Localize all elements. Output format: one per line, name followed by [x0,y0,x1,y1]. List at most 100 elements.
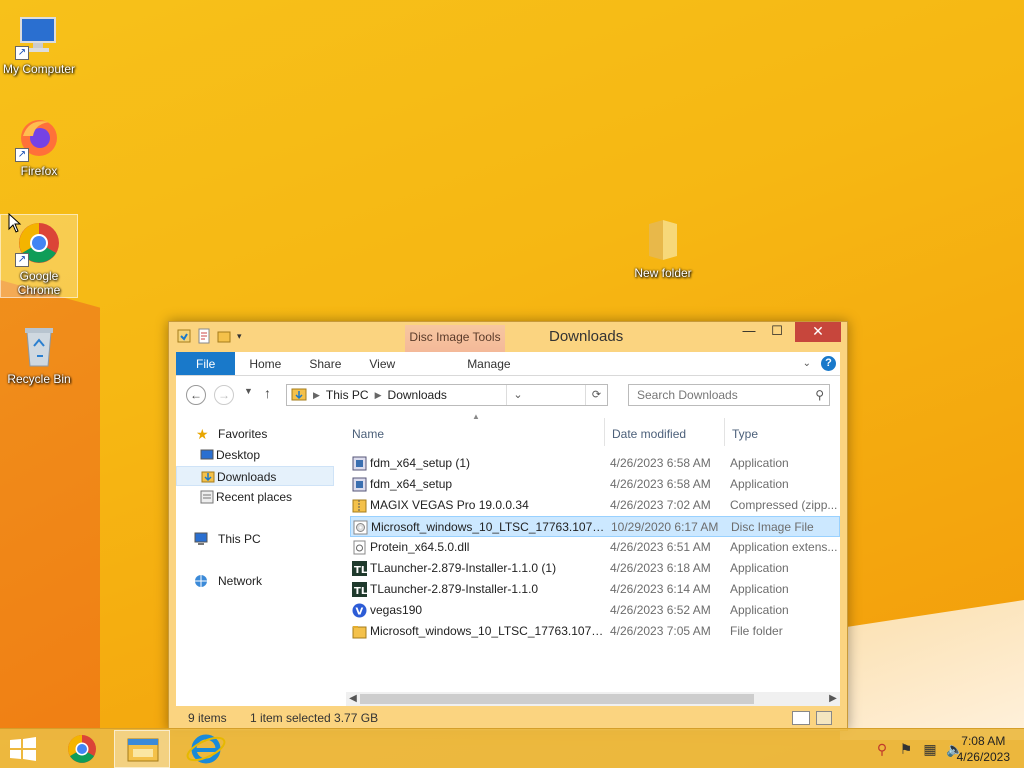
maximize-button[interactable]: ☐ [763,322,791,342]
file-row[interactable]: TL TLauncher-2.879-Installer-1.1.0 (1) 4/2… [350,558,840,579]
scrollbar-thumb[interactable] [360,694,754,704]
system-tray: ⚲ ⚑ ▦ 🔈 7:08 AM 4/26/2023 [824,729,1024,768]
file-date-modified: 4/26/2023 6:14 AM [610,582,711,596]
desktop-icon-my-computer[interactable]: ↗ My Computer [0,8,78,76]
desktop-icon-label: Recycle Bin [7,372,71,386]
address-dropdown-icon[interactable]: ⌄ [506,385,528,405]
breadcrumb-downloads[interactable]: Downloads [385,388,450,402]
file-row[interactable]: Microsoft_windows_10_LTSC_17763.107.1...… [350,516,840,537]
quick-access-toolbar: ▾ [177,328,251,344]
internet-explorer-icon [186,734,226,764]
file-type: Application [730,477,789,491]
file-date-modified: 4/26/2023 7:05 AM [610,624,711,638]
file-row[interactable]: Protein_x64.5.0.dll 4/26/2023 6:51 AM Appl… [350,537,840,558]
star-icon: ★ [196,426,209,442]
ribbon-tabs: File Home Share View Manage ⌄ ? [176,352,840,376]
column-header-date-modified[interactable]: Date modified [612,414,686,446]
taskbar-internet-explorer[interactable] [176,730,232,768]
file-name: MAGIX VEGAS Pro 19.0.0.34 [370,498,529,512]
file-row[interactable]: MAGIX VEGAS Pro 19.0.0.34 4/26/2023 7:02 … [350,495,840,516]
desktop-icon-new-folder[interactable]: New folder [624,212,702,280]
file-row[interactable]: fdm_x64_setup 4/26/2023 6:58 AM Applicatio… [350,474,840,495]
recycle-bin-icon [15,322,63,370]
tlauncher-icon: TL [352,582,368,597]
up-button[interactable]: ↑ [264,385,271,401]
desktop-icon-firefox[interactable]: ↗ Firefox [0,110,78,178]
file-row[interactable]: Microsoft_windows_10_LTSC_17763.107.1...… [350,621,840,642]
search-icon[interactable]: ⚲ [874,741,890,757]
clock-time: 7:08 AM [961,734,1006,748]
chevron-right-icon[interactable]: ▶ [310,390,323,401]
horizontal-scrollbar[interactable]: ◀ ▶ [346,692,840,706]
search-input[interactable]: Search Downloads ⚲ [628,384,830,406]
file-row[interactable]: Vvegas190 4/26/2023 6:52 AM Application [350,600,840,621]
new-folder-icon[interactable] [217,328,231,344]
desktop-icon-label: Google Chrome [17,269,61,297]
refresh-icon[interactable]: ⟳ [585,385,607,405]
column-header-type[interactable]: Type [732,414,758,446]
clock-date: 4/26/2023 [956,750,1010,764]
explorer-window[interactable]: ▾ Disc Image Tools Downloads — ☐ ✕ File … [168,321,848,731]
firefox-icon: ↗ [15,114,63,162]
address-bar-area: ← → ▼ ↑ ▶ This PC ▶ Downloads ⌄ ⟳ Search… [176,376,840,414]
tlauncher-icon: TL [352,561,368,576]
close-button[interactable]: ✕ [795,322,841,342]
chrome-icon [68,735,96,763]
minimize-button[interactable]: — [735,322,763,342]
search-icon[interactable]: ⚲ [815,385,824,405]
taskbar-chrome[interactable] [54,730,110,768]
computer-icon [194,532,208,546]
tab-file[interactable]: File [176,352,236,375]
new-document-icon[interactable] [197,328,211,344]
details-view-icon[interactable] [792,711,810,725]
nav-this-pc[interactable]: This PC [176,529,334,549]
mouse-cursor-icon [8,212,22,236]
chevron-right-icon[interactable]: ▶ [372,390,385,401]
recent-locations-chevron-icon[interactable]: ▼ [244,386,253,396]
file-row[interactable]: fdm_x64_setup (1) 4/26/2023 6:58 AM Applic… [350,453,840,474]
nav-downloads[interactable]: Downloads [176,466,334,486]
breadcrumb-this-pc[interactable]: This PC [323,388,372,402]
network-icon [194,574,208,588]
column-header-name[interactable]: Name [352,414,384,446]
tab-view[interactable]: View [355,352,409,375]
nav-desktop[interactable]: Desktop [176,445,334,465]
file-type: Application [730,561,789,575]
taskbar-file-explorer[interactable] [114,730,170,768]
scroll-right-icon[interactable]: ▶ [826,692,840,706]
tab-share[interactable]: Share [295,352,355,375]
properties-icon[interactable] [177,328,191,344]
recent-places-icon [200,490,214,504]
file-type: File folder [730,624,783,638]
flag-icon[interactable]: ⚑ [898,741,914,757]
address-field[interactable]: ▶ This PC ▶ Downloads ⌄ ⟳ [286,384,608,406]
tab-manage[interactable]: Manage [439,352,538,375]
back-button[interactable]: ← [186,385,206,405]
clock[interactable]: 7:08 AM 4/26/2023 [957,733,1010,765]
file-name: Protein_x64.5.0.dll [370,540,470,554]
setup-icon [352,456,367,471]
chrome-icon: ↗ [15,219,63,267]
column-divider[interactable] [724,418,725,446]
file-list: Name ▲ Date modified Type fdm_x64_setup … [346,412,840,706]
forward-button[interactable]: → [214,385,234,405]
file-row[interactable]: TL TLauncher-2.879-Installer-1.1.0 4/26/20… [350,579,840,600]
network-icon[interactable]: ▦ [922,741,938,757]
tab-home[interactable]: Home [235,352,295,375]
desktop-icon-recycle-bin[interactable]: Recycle Bin [0,318,78,386]
expand-ribbon-chevron-icon[interactable]: ⌄ [803,358,811,369]
scroll-left-icon[interactable]: ◀ [346,692,360,706]
nav-favorites[interactable]: ★ Favorites [176,424,334,444]
file-date-modified: 4/26/2023 6:18 AM [610,561,711,575]
large-icons-view-icon[interactable] [816,711,832,725]
file-date-modified: 4/26/2023 7:02 AM [610,498,711,512]
start-button[interactable] [8,737,38,761]
nav-recent-places[interactable]: Recent places [176,487,334,507]
title-bar[interactable]: ▾ Disc Image Tools Downloads — ☐ ✕ [169,322,847,352]
column-divider[interactable] [604,418,605,446]
help-icon[interactable]: ? [821,356,836,371]
dll-icon [352,540,367,555]
nav-network[interactable]: Network [176,571,334,591]
file-name: Microsoft_windows_10_LTSC_17763.107.1... [371,520,607,534]
customize-toolbar-icon[interactable]: ▾ [237,328,251,344]
